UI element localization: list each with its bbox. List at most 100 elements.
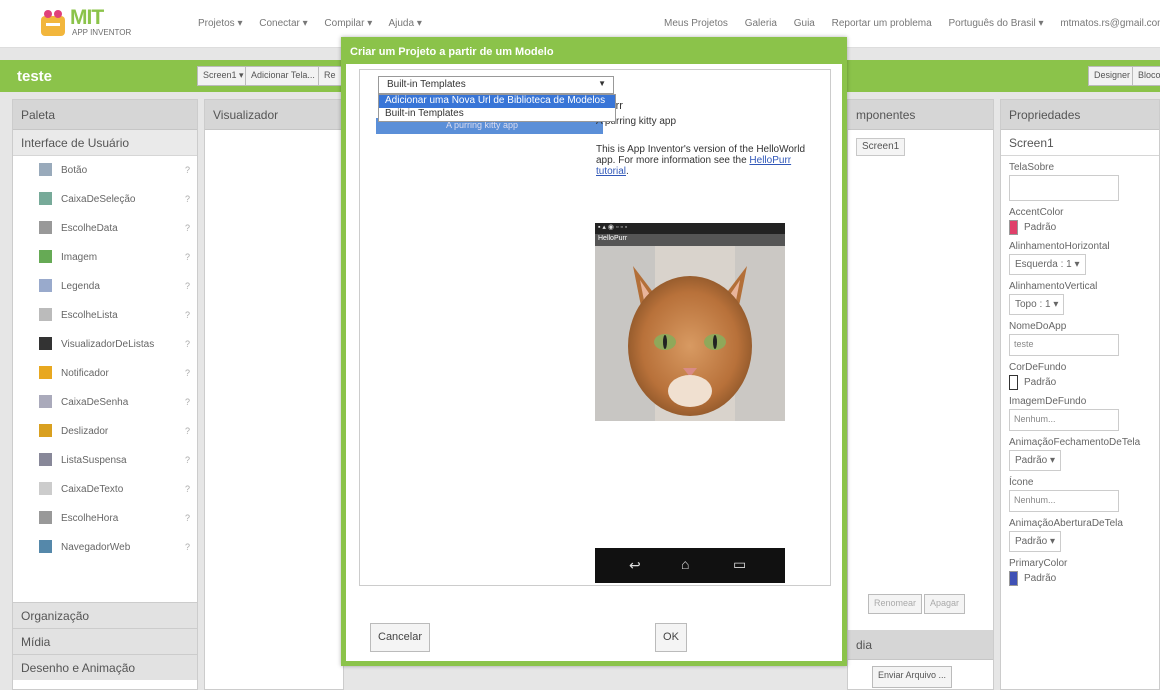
prop-align-h-label: AlinhamentoHorizontal — [1009, 241, 1110, 252]
remove-screen-button[interactable]: Re — [318, 66, 342, 86]
menu-connect[interactable]: Conectar ▾ — [259, 18, 307, 29]
ok-button[interactable]: OK — [655, 623, 687, 652]
prop-icon-input[interactable]: Nenhum... — [1009, 490, 1119, 512]
properties-list: TelaSobre AccentColor Padrão Alinhamento… — [1001, 156, 1159, 586]
palette-item-listasuspensa[interactable]: ListaSuspensa? — [13, 446, 197, 475]
help-icon[interactable]: ? — [185, 165, 190, 175]
palette-item-deslizador[interactable]: Deslizador? — [13, 417, 197, 446]
help-icon[interactable]: ? — [185, 426, 190, 436]
prop-about-textarea[interactable] — [1009, 175, 1119, 201]
palette-item-legenda[interactable]: Legenda? — [13, 272, 197, 301]
menu-account[interactable]: mtmatos.rs@gmail.com ▾ — [1060, 18, 1160, 29]
palette-item-escolhedata[interactable]: EscolheData? — [13, 214, 197, 243]
palette-item-label: Imagem — [61, 252, 98, 263]
category-drawing-animation[interactable]: Desenho e Animação — [13, 654, 197, 680]
cancel-button[interactable]: Cancelar — [370, 623, 431, 652]
palette-item-escolhehora[interactable]: EscolheHora? — [13, 504, 197, 533]
palette-item-escolhelista[interactable]: EscolheLista? — [13, 301, 197, 330]
image-icon — [39, 250, 52, 263]
help-icon[interactable]: ? — [185, 397, 190, 407]
webviewer-icon — [39, 540, 52, 553]
prop-align-h-dropdown[interactable]: Esquerda : 1 ▾ — [1009, 254, 1086, 275]
app-inventor-logo[interactable]: MIT APP INVENTOR — [38, 6, 138, 40]
help-icon[interactable]: ? — [185, 339, 190, 349]
help-icon[interactable]: ? — [185, 223, 190, 233]
help-icon[interactable]: ? — [185, 281, 190, 291]
help-icon[interactable]: ? — [185, 513, 190, 523]
menu-gallery[interactable]: Galeria — [745, 18, 777, 29]
prop-open-anim-dropdown[interactable]: Padrão ▾ — [1009, 531, 1062, 552]
passwordbox-icon — [39, 395, 52, 408]
help-icon[interactable]: ? — [185, 542, 190, 552]
palette-item-label: ListaSuspensa — [61, 455, 127, 466]
prop-accent-value[interactable]: Padrão — [1009, 220, 1159, 235]
menu-help[interactable]: Ajuda ▾ — [388, 18, 421, 29]
designer-button[interactable]: Designer — [1088, 66, 1137, 86]
menu-projects[interactable]: Projetos ▾ — [198, 18, 242, 29]
palette-item-botão[interactable]: Botão? — [13, 156, 197, 185]
palette-item-visualizadordelistas[interactable]: VisualizadorDeListas? — [13, 330, 197, 359]
option-built-in-templates[interactable]: Built-in Templates — [379, 108, 615, 121]
palette-panel: Paleta Interface de Usuário Botão? CaixaD… — [12, 99, 198, 690]
palette-item-caixadeseleção[interactable]: CaixaDeSeleção? — [13, 185, 197, 214]
checkbox-icon — [39, 192, 52, 205]
menu-my-projects[interactable]: Meus Projetos — [664, 18, 728, 29]
screen-select-button[interactable]: Screen1 ▾ — [197, 66, 250, 86]
prop-accent-label: AccentColor — [1009, 207, 1064, 218]
accent-swatch — [1009, 220, 1018, 235]
palette-item-label: EscolheLista — [61, 310, 118, 321]
help-icon[interactable]: ? — [185, 194, 190, 204]
prop-app-name-label: NomeDoApp — [1009, 321, 1067, 332]
palette-item-navegadorweb[interactable]: NavegadorWeb? — [13, 533, 197, 562]
help-icon[interactable]: ? — [185, 252, 190, 262]
rename-component-button[interactable]: Renomear — [868, 594, 923, 614]
help-icon[interactable]: ? — [185, 484, 190, 494]
prop-close-anim-label: AnimaçãoFechamentoDeTela — [1009, 437, 1141, 448]
button-icon — [39, 163, 52, 176]
prop-bg-color-value[interactable]: Padrão — [1009, 375, 1159, 390]
palette-item-caixadetexto[interactable]: CaixaDeTexto? — [13, 475, 197, 504]
palette-item-imagem[interactable]: Imagem? — [13, 243, 197, 272]
help-icon[interactable]: ? — [185, 455, 190, 465]
menu-guide[interactable]: Guia — [794, 18, 815, 29]
menu-report-problem[interactable]: Reportar um problema — [832, 18, 932, 29]
prop-bg-image-input[interactable]: Nenhum... — [1009, 409, 1119, 431]
template-library-dropdown: Adicionar uma Nova Url de Biblioteca de … — [378, 94, 616, 122]
palette-category-ui[interactable]: Interface de Usuário — [13, 130, 197, 156]
prop-close-anim-dropdown[interactable]: Padrão ▾ — [1009, 450, 1062, 471]
notifier-icon — [39, 366, 52, 379]
prop-align-v-dropdown[interactable]: Topo : 1 ▾ — [1009, 294, 1065, 315]
recents-icon: ▭ — [733, 556, 747, 572]
primary-color-swatch — [1009, 571, 1018, 586]
properties-title: Propriedades — [1001, 100, 1159, 130]
category-organization[interactable]: Organização — [13, 602, 197, 628]
logo-subtitle: APP INVENTOR — [72, 28, 132, 37]
category-media[interactable]: Mídia — [13, 628, 197, 654]
phone-nav-bar: ↩ ⌂ ▭ — [595, 548, 785, 583]
prop-app-name-input[interactable]: teste — [1009, 334, 1119, 356]
blocks-button[interactable]: Bloco — [1132, 66, 1160, 86]
palette-item-label: EscolheHora — [61, 513, 119, 524]
template-description: This is App Inventor's version of the He… — [596, 144, 806, 177]
help-icon[interactable]: ? — [185, 368, 190, 378]
palette-item-notificador[interactable]: Notificador? — [13, 359, 197, 388]
palette-item-label: CaixaDeSenha — [61, 397, 129, 408]
palette-item-label: Botão — [61, 165, 88, 176]
menu-build[interactable]: Compilar ▾ — [324, 18, 372, 29]
component-screen1[interactable]: Screen1 — [856, 138, 906, 156]
logo-mit-text: MIT — [70, 6, 104, 29]
add-screen-button[interactable]: Adicionar Tela... — [245, 66, 321, 86]
template-library-select[interactable]: Built-in Templates ▼ — [378, 76, 614, 94]
textbox-icon — [39, 482, 52, 495]
palette-item-label: Deslizador — [61, 426, 109, 437]
palette-item-caixadesenha[interactable]: CaixaDeSenha? — [13, 388, 197, 417]
help-icon[interactable]: ? — [185, 310, 190, 320]
project-name: teste — [17, 68, 53, 85]
option-add-library-url[interactable]: Adicionar uma Nova Url de Biblioteca de … — [379, 95, 615, 108]
upload-file-button[interactable]: Enviar Arquivo ... — [872, 666, 953, 688]
menu-language[interactable]: Português do Brasil ▾ — [948, 18, 1043, 29]
components-title: mponentes — [848, 100, 993, 130]
prop-about-label: TelaSobre — [1009, 162, 1055, 173]
prop-primary-color-value[interactable]: Padrão — [1009, 571, 1159, 586]
delete-component-button[interactable]: Apagar — [924, 594, 966, 614]
